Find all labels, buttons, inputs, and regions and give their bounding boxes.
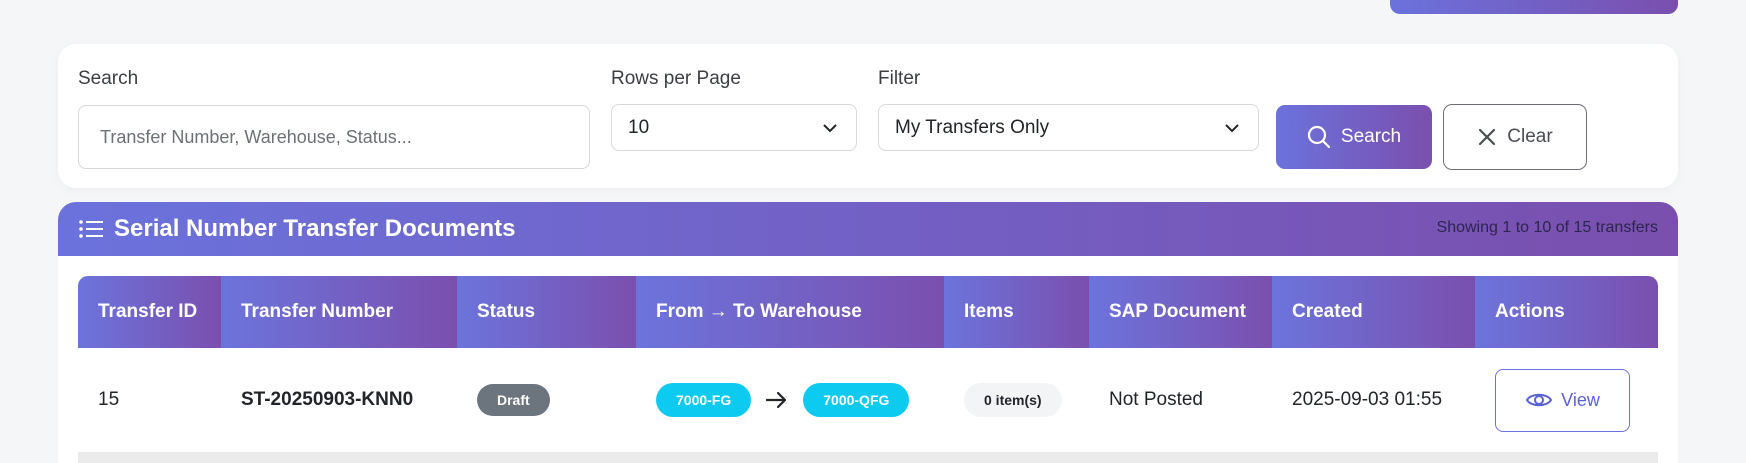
cell-items: 0 item(s) [944,348,1089,452]
rows-per-page-value: 10 [628,116,650,138]
cell-created: 2025-09-03 01:55 [1292,389,1443,410]
eye-icon [1525,393,1553,407]
table-row [78,452,1658,463]
filter-value: My Transfers Only [895,116,1050,138]
search-placeholder: Transfer Number, Warehouse, Status... [100,126,412,147]
rows-per-page-label: Rows per Page [611,68,741,89]
search-button[interactable]: Search [1276,105,1432,169]
clear-button[interactable]: Clear [1443,104,1587,170]
search-icon [1307,125,1330,149]
clear-button-label: Clear [1507,126,1553,147]
cell-actions: View [1475,348,1658,452]
top-action-button[interactable] [1390,0,1678,14]
transfers-table-card: Serial Number Transfer Documents Showing… [58,202,1678,463]
column-header-transfer-id[interactable]: Transfer ID [78,276,221,348]
search-label: Search [78,68,139,89]
cell-warehouse: 7000-FG 7000-QFG [636,348,944,452]
list-icon [79,220,103,238]
column-header-items[interactable]: Items [944,276,1089,348]
to-warehouse-badge: 7000-QFG [803,383,910,417]
column-header-actions: Actions [1475,276,1658,348]
filter-card: Search Transfer Number, Warehouse, Statu… [58,44,1678,188]
filter-select[interactable]: My Transfers Only [878,104,1259,151]
column-header-sap-document[interactable]: SAP Document [1089,276,1272,348]
from-warehouse-badge: 7000-FG [656,383,752,417]
column-header-created[interactable]: Created [1272,276,1475,348]
chevron-down-icon [823,123,837,132]
cell-sap-document: Not Posted [1109,389,1203,410]
card-title: Serial Number Transfer Documents [114,215,516,242]
cell-transfer-number: ST-20250903-KNN0 [241,389,414,410]
filter-label: Filter [878,68,921,89]
items-count-badge: 0 item(s) [964,383,1062,417]
arrow-right-icon [766,391,787,409]
view-button[interactable]: View [1495,368,1630,432]
cell-status: Draft [457,348,636,452]
search-input[interactable]: Transfer Number, Warehouse, Status... [78,105,590,169]
column-header-transfer-number[interactable]: Transfer Number [221,276,457,348]
results-count: Showing 1 to 10 of 15 transfers [1436,219,1658,236]
cell-transfer-id: 15 [98,389,120,410]
rows-per-page-select[interactable]: 10 [611,104,857,151]
search-button-label: Search [1340,126,1402,147]
chevron-down-icon [1225,123,1239,132]
status-badge: Draft [477,384,550,416]
column-header-warehouse[interactable]: From → To Warehouse [636,276,944,348]
card-header: Serial Number Transfer Documents Showing… [58,202,1678,256]
view-button-label: View [1561,389,1600,410]
column-header-status[interactable]: Status [457,276,636,348]
close-icon [1479,128,1496,146]
